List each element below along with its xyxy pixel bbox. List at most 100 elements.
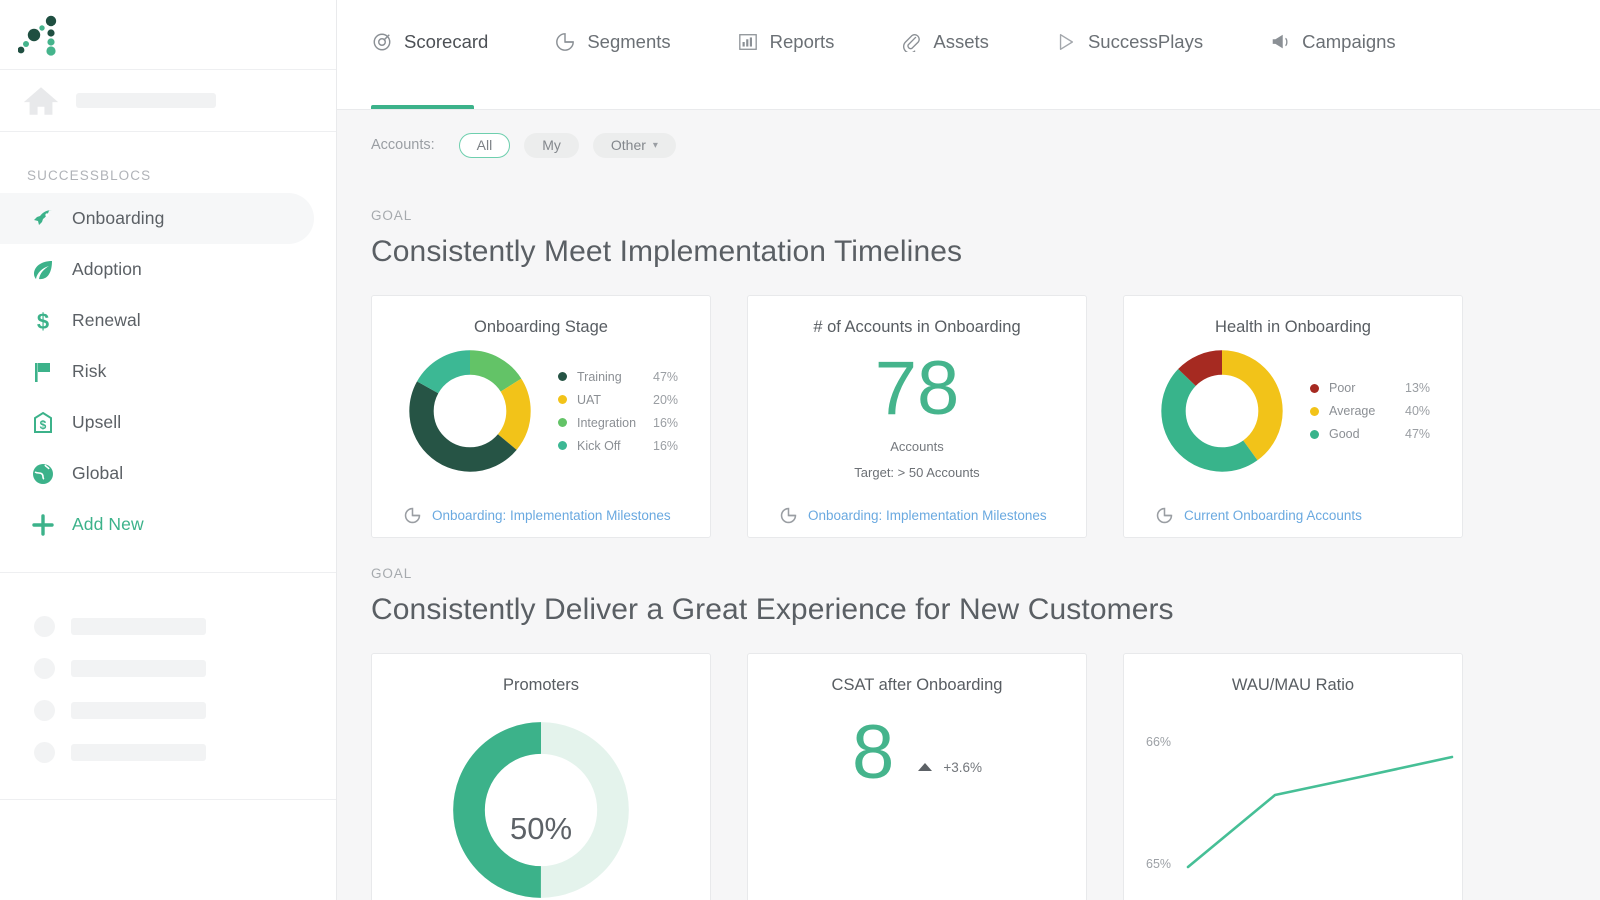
sidebar-item-renewal[interactable]: $ Renewal — [0, 295, 314, 346]
y-axis-tick-label: 66% — [1146, 735, 1172, 749]
filter-pill-my[interactable]: My — [524, 132, 579, 158]
legend-item: Good 47% — [1310, 427, 1430, 441]
chevron-down-icon: ▾ — [652, 139, 658, 151]
card-footer-link[interactable]: Onboarding: Implementation Milestones — [808, 508, 1047, 523]
sidebar-item-adoption[interactable]: Adoption — [0, 244, 314, 295]
tab-assets[interactable]: Assets — [900, 0, 989, 109]
globe-icon — [30, 461, 56, 487]
card-title: Promoters — [502, 676, 580, 694]
goal-section-2: GOAL Consistently Deliver a Great Experi… — [337, 566, 1600, 900]
filter-pill-other[interactable]: Other ▾ — [592, 132, 676, 158]
paperclip-icon — [900, 31, 922, 53]
label-placeholder — [71, 743, 206, 761]
home-title-placeholder — [76, 93, 216, 108]
legend-value: 13% — [1405, 381, 1431, 395]
legend-swatch — [1310, 406, 1319, 416]
trend-up-icon — [918, 763, 933, 771]
sidebar-item-add-new[interactable]: Add New — [0, 499, 314, 550]
kpi-unit: Accounts — [890, 439, 944, 454]
sidebar-item-label: Renewal — [72, 310, 141, 330]
megaphone-icon — [1269, 31, 1291, 53]
sidebar-item-risk[interactable]: Risk — [0, 346, 314, 397]
target-icon — [371, 31, 393, 53]
goal-kicker: GOAL — [371, 566, 413, 581]
card-footer[interactable]: Current Onboarding Accounts — [1124, 493, 1462, 537]
goal-title: Consistently Meet Implementation Timelin… — [371, 235, 963, 268]
card-title: Health in Onboarding — [1215, 318, 1371, 336]
list-item[interactable] — [0, 647, 336, 689]
tab-reports[interactable]: Reports — [737, 0, 835, 109]
card-wau-mau-ratio[interactable]: WAU/MAU Ratio 66% 65% — [1123, 653, 1463, 900]
kapta-dots-logo[interactable] — [18, 14, 64, 56]
legend-label: Good — [1329, 427, 1360, 441]
legend-label: Average — [1329, 404, 1376, 418]
plus-icon — [30, 512, 56, 538]
tab-scorecard[interactable]: Scorecard — [371, 0, 488, 109]
kpi-target: Target: > 50 Accounts — [854, 465, 980, 480]
tab-label: Assets — [933, 30, 989, 52]
app-root: SUCCESSBLOCS Onboarding Adoption $ Renew… — [0, 0, 1600, 900]
card-footer[interactable]: Onboarding: Implementation Milestones — [748, 493, 1086, 537]
filter-pill-all[interactable]: All — [458, 132, 511, 158]
tab-successplays[interactable]: SuccessPlays — [1055, 0, 1203, 109]
promoters-gauge — [453, 722, 629, 898]
goal-kicker: GOAL — [371, 208, 413, 223]
tab-campaigns[interactable]: Campaigns — [1269, 0, 1396, 109]
goal-1-cards: Onboarding Stage Training 47% UAT 20% In… — [371, 295, 1600, 538]
card-promoters[interactable]: Promoters 50% — [371, 653, 711, 900]
goal-section-1: GOAL Consistently Meet Implementation Ti… — [337, 208, 1600, 538]
legend-label: Kick Off — [577, 438, 621, 453]
pie-chart-icon — [1156, 507, 1173, 523]
avatar-placeholder — [34, 699, 55, 721]
tab-segments[interactable]: Segments — [554, 0, 671, 109]
onboarding-stage-legend: Training 47% UAT 20% Integration 16% Kic… — [558, 370, 678, 453]
card-csat-after-onboarding[interactable]: CSAT after Onboarding 8 +3.6% — [747, 653, 1087, 900]
filter-pill-other-label: Other — [610, 137, 646, 153]
logo-row — [0, 0, 336, 70]
dollar-icon: $ — [30, 308, 56, 334]
gauge-value: 50% — [509, 811, 573, 846]
card-title: Onboarding Stage — [474, 318, 608, 336]
legend-swatch — [558, 395, 567, 404]
list-item[interactable] — [0, 605, 336, 647]
legend-label: UAT — [577, 392, 602, 407]
accounts-filter-label: Accounts: — [371, 137, 435, 153]
legend-swatch — [558, 441, 567, 450]
sidebar-item-onboarding[interactable]: Onboarding — [0, 193, 314, 244]
label-placeholder — [71, 617, 206, 635]
sidebar-placeholder-list — [0, 573, 336, 773]
pie-chart-icon — [780, 507, 797, 523]
sidebar-item-upsell[interactable]: $ Upsell — [0, 397, 314, 448]
card-accounts-in-onboarding[interactable]: # of Accounts in Onboarding 78 Accounts … — [747, 295, 1087, 538]
tab-label: Reports — [769, 30, 835, 52]
legend-item: Integration 16% — [558, 416, 678, 430]
sidebar-item-label: Adoption — [72, 259, 142, 279]
card-footer[interactable]: Onboarding: Implementation Milestones — [372, 493, 710, 537]
legend-value: 16% — [653, 438, 679, 453]
home-row[interactable] — [0, 70, 336, 132]
tab-label: Campaigns — [1302, 30, 1396, 52]
label-placeholder — [71, 659, 206, 677]
avatar-placeholder — [34, 741, 55, 763]
kpi-delta-label: +3.6% — [943, 759, 982, 775]
legend-swatch — [558, 418, 567, 427]
donut-chart-container: Poor 13% Average 40% Good 47% — [1124, 341, 1462, 475]
sidebar: SUCCESSBLOCS Onboarding Adoption $ Renew… — [0, 0, 337, 900]
goal-title: Consistently Deliver a Great Experience … — [371, 593, 1174, 626]
card-footer-link[interactable]: Current Onboarding Accounts — [1184, 508, 1362, 523]
kpi-value: 78 — [874, 346, 960, 431]
card-health-in-onboarding[interactable]: Health in Onboarding Poor 13% Average 40… — [1123, 295, 1463, 538]
list-item[interactable] — [0, 731, 336, 773]
goal-2-cards: Promoters 50% CSAT after Onboarding 8 +3… — [371, 653, 1600, 900]
card-footer-link[interactable]: Onboarding: Implementation Milestones — [432, 508, 671, 523]
label-placeholder — [71, 701, 206, 719]
svg-text:$: $ — [37, 309, 49, 333]
card-onboarding-stage[interactable]: Onboarding Stage Training 47% UAT 20% In… — [371, 295, 711, 538]
kpi-value: 8 — [852, 710, 895, 795]
scorecard-scroll-area[interactable]: GOAL Consistently Meet Implementation Ti… — [337, 180, 1600, 900]
sidebar-item-global[interactable]: Global — [0, 448, 314, 499]
legend-label: Integration — [577, 415, 637, 430]
list-item[interactable] — [0, 689, 336, 731]
avatar-placeholder — [34, 657, 55, 679]
legend-value: 20% — [653, 392, 679, 407]
